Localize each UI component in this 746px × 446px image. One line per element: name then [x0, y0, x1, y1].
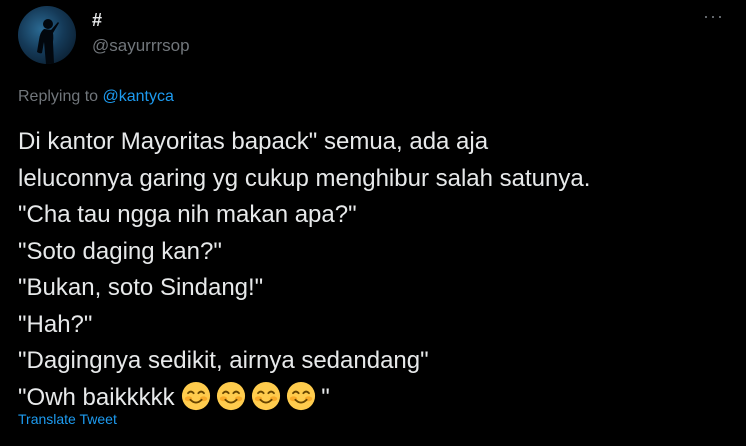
- display-name[interactable]: #: [92, 10, 102, 31]
- more-options-icon[interactable]: ···: [703, 6, 724, 27]
- last-line-prefix: "Owh baikkkkk: [18, 383, 182, 411]
- tweet-line: Di kantor Mayoritas bapack" semua, ada a…: [18, 128, 489, 155]
- reply-context: Replying to @kantyca: [18, 88, 174, 106]
- tweet-line: "Bukan, soto Sindang!": [18, 274, 264, 301]
- last-line-suffix: ": [321, 383, 330, 411]
- emoji-row: [181, 381, 321, 411]
- smiling-face-with-smiling-eyes-icon: [217, 381, 246, 410]
- smiling-face-with-smiling-eyes-icon: [287, 381, 316, 410]
- reply-prefix: Replying to: [18, 88, 103, 105]
- tweet-line: "Hah?": [18, 310, 93, 338]
- tweet-line: "Cha tau ngga nih makan apa?": [18, 201, 357, 228]
- silhouette-icon: [37, 19, 59, 64]
- translate-tweet-link[interactable]: Translate Tweet: [18, 411, 117, 427]
- avatar[interactable]: [18, 6, 76, 64]
- smiling-face-with-smiling-eyes-icon: [252, 381, 281, 410]
- tweet-line: leluconnya garing yg cukup menghibur sal…: [18, 164, 591, 192]
- tweet-line-last: "Owh baikkkkk ": [18, 380, 738, 417]
- tweet-line: "Dagingnya sedikit, airnya sedandang": [18, 347, 429, 374]
- tweet-line: "Soto daging kan?": [18, 237, 222, 265]
- tweet: # @sayurrrsop ··· Replying to @kantyca D…: [0, 0, 746, 446]
- smiling-face-with-smiling-eyes-icon: [182, 381, 211, 410]
- reply-mention-link[interactable]: @kantyca: [103, 88, 174, 105]
- user-handle[interactable]: @sayurrrsop: [92, 36, 190, 56]
- tweet-text: Di kantor Mayoritas bapack" semua, ada a…: [18, 124, 738, 416]
